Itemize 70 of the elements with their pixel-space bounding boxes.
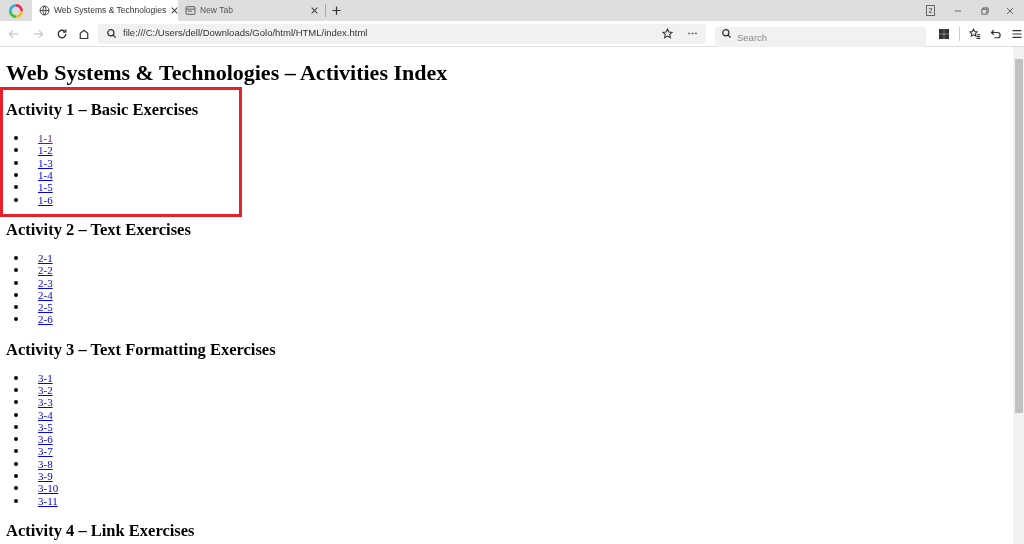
- bullet-icon: [14, 197, 18, 202]
- bullet-icon: [14, 400, 18, 405]
- link[interactable]: 3-8: [38, 457, 53, 470]
- address-bar[interactable]: file:///C:/Users/dell/Downloads/Golo/html/HTML/index.html: [98, 23, 706, 44]
- search-icon: [721, 28, 732, 39]
- bullet-icon: [14, 280, 18, 285]
- browser-tab[interactable]: Web Systems & Technologies: [32, 0, 178, 21]
- link[interactable]: 3-11: [38, 494, 58, 507]
- section-heading: Activity 4 – Link Exercises: [6, 520, 196, 541]
- section-heading: Activity 2 – Text Exercises: [6, 219, 192, 240]
- bullet-icon: [14, 185, 18, 190]
- link[interactable]: 1-2: [38, 144, 53, 157]
- link[interactable]: 3-5: [38, 420, 53, 433]
- link[interactable]: 2-1: [38, 251, 53, 264]
- section-heading: Activity 1 – Basic Exercises: [6, 100, 200, 120]
- reload-icon[interactable]: [56, 27, 68, 40]
- bullet-icon: [14, 268, 18, 273]
- link[interactable]: 3-4: [38, 408, 53, 421]
- link[interactable]: 3-7: [38, 445, 53, 458]
- page-title: Web Systems & Technologies – Activities Index: [6, 60, 449, 86]
- bullet-icon: [14, 412, 18, 417]
- scrollbar-thumb[interactable]: [1014, 59, 1023, 413]
- link[interactable]: 3-1: [38, 371, 53, 384]
- undo-icon[interactable]: [990, 27, 1002, 40]
- bullet-icon: [14, 474, 18, 479]
- link[interactable]: 3-2: [38, 384, 53, 396]
- bullet-icon: [14, 449, 18, 454]
- grid-icon[interactable]: [938, 27, 950, 40]
- link[interactable]: 3-10: [38, 482, 59, 495]
- link[interactable]: 1-6: [38, 193, 53, 206]
- tab-title: New Tab: [200, 4, 234, 17]
- link[interactable]: 2-4: [38, 288, 53, 301]
- search-field[interactable]: Search: [715, 27, 926, 47]
- menu-icon[interactable]: [1011, 27, 1023, 40]
- link[interactable]: 1-1: [38, 132, 53, 145]
- bullet-icon: [14, 173, 18, 178]
- bullet-icon: [14, 292, 18, 297]
- bullet-icon: [14, 486, 18, 491]
- bullet-icon: [14, 424, 18, 429]
- link[interactable]: 1-5: [38, 181, 53, 194]
- star-icon[interactable]: [662, 28, 673, 39]
- link[interactable]: 2-6: [38, 313, 53, 326]
- link[interactable]: 2-3: [38, 276, 53, 289]
- link[interactable]: 3-9: [38, 470, 53, 483]
- link[interactable]: 3-6: [38, 433, 53, 446]
- bullet-icon: [14, 160, 18, 165]
- bullet-icon: [14, 317, 18, 322]
- link[interactable]: 1-3: [38, 156, 53, 169]
- close-icon[interactable]: [170, 6, 180, 15]
- link[interactable]: 1-4: [38, 169, 53, 182]
- globe-icon: [39, 5, 50, 16]
- bullet-icon: [14, 136, 18, 141]
- star-list-icon[interactable]: [969, 27, 981, 40]
- bullet-icon: [14, 305, 18, 310]
- home-icon[interactable]: [78, 27, 90, 40]
- bullet-icon: [14, 498, 18, 503]
- bullet-icon: [14, 255, 18, 260]
- search-icon: [106, 28, 117, 39]
- link[interactable]: 2-5: [38, 301, 53, 314]
- bullet-icon: [14, 437, 18, 442]
- link[interactable]: 3-3: [38, 396, 53, 409]
- window-icon: [185, 5, 196, 16]
- bullet-icon: [14, 388, 18, 392]
- bullet-icon: [14, 375, 18, 380]
- link[interactable]: 2-2: [38, 264, 53, 277]
- bullet-icon: [14, 461, 18, 466]
- close-icon[interactable]: [310, 6, 319, 15]
- bullet-icon: [14, 148, 18, 153]
- tab-title: Web Systems & Technologies: [54, 4, 167, 17]
- section-heading: Activity 3 – Text Formatting Exercises: [6, 339, 277, 360]
